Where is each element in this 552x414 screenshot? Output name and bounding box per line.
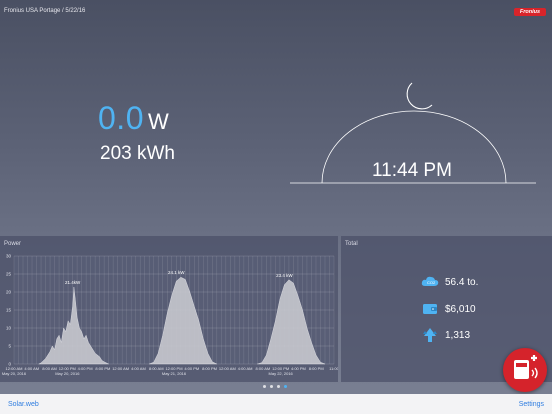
y-tick-label: 15 [6, 308, 12, 313]
power-value: 0.0 [98, 100, 144, 136]
moon-icon [406, 82, 433, 110]
peak-label: 21.4kW [65, 280, 81, 285]
x-tick-label: 8:00 PM [202, 366, 217, 371]
page-dot[interactable] [277, 385, 280, 388]
solar-web-link[interactable]: Solar.web [8, 401, 39, 408]
x-tick-label: 4:00 PM [78, 366, 93, 371]
x-tick-label: 4:00 AM [131, 366, 146, 371]
power-panel-title: Power [4, 241, 22, 247]
y-tick-label: 25 [6, 272, 12, 277]
x-tick-label: 12:00 AM [112, 366, 129, 371]
x-tick-label: 8:00 PM [309, 366, 324, 371]
tree-icon [423, 328, 437, 342]
x-tick-label: 4:00 AM [24, 366, 39, 371]
y-tick-label: 20 [6, 290, 12, 295]
x-tick-label: 12:00 PM May 22, 2016 [269, 366, 294, 376]
power-panel[interactable]: 0 5 10 15 20 25 30 12:00 AM May 20, 2016 4:00 AM 8… [0, 236, 338, 382]
wallet-icon [423, 304, 437, 314]
x-tick-label: 4:00 PM [291, 366, 306, 371]
top-bar: Fronius USA Portage / 5/22/16 Fronius [0, 0, 552, 22]
current-time: 11:44 PM [372, 160, 452, 181]
x-tick-label: 11:00 [329, 366, 338, 371]
co2-value: 56.4 to. [445, 276, 479, 288]
x-tick-label: 4:00 PM [184, 366, 199, 371]
fronius-logo: Fronius [514, 8, 546, 16]
trees-row: 1,313 [421, 328, 470, 342]
power-unit: W [147, 109, 169, 134]
peak-label: 24.1 kW [168, 270, 185, 275]
y-tick-label: 5 [8, 344, 11, 349]
y-tick-label: 10 [6, 326, 12, 331]
bottom-toolbar: Solar.web Settings [0, 394, 552, 414]
trees-value: 1,313 [445, 329, 471, 341]
page-indicator[interactable] [263, 385, 287, 388]
earnings-value: $6,010 [445, 303, 476, 315]
total-panel-title: Total [345, 241, 358, 247]
svg-text:CO2: CO2 [427, 280, 436, 285]
x-tick-label: 12:00 AM May 20, 2016 [2, 366, 27, 376]
co2-row: CO2 56.4 to. [421, 275, 478, 289]
inverter-add-icon [514, 355, 538, 379]
location-title: Fronius USA Portage / 5/22/16 [4, 8, 86, 14]
add-inverter-button[interactable] [503, 348, 547, 392]
page-dot[interactable] [270, 385, 273, 388]
co2-cloud-icon: CO2 [421, 276, 439, 286]
power-chart: 05101520253012:00 AM May 20, 20164:00 AM 8… [2, 254, 338, 377]
x-tick-label: 12:00 AM [219, 366, 236, 371]
x-tick-label: 12:00 PM May 20, 2016 [55, 366, 80, 376]
settings-link[interactable]: Settings [519, 401, 544, 408]
x-tick-label: 8:00 PM [95, 366, 110, 371]
page-dot[interactable] [263, 385, 266, 388]
y-tick-label: 30 [6, 254, 12, 259]
energy-total: 203 kWh [100, 143, 175, 164]
current-power: 0.0 W [98, 100, 169, 137]
earnings-row: $6,010 [421, 302, 476, 316]
x-tick-label: 12:00 PM May 21, 2016 [162, 366, 187, 376]
x-tick-label: 4:00 AM [238, 366, 253, 371]
page-dot-active[interactable] [284, 385, 287, 388]
peak-label: 23.4 kW [276, 273, 293, 278]
